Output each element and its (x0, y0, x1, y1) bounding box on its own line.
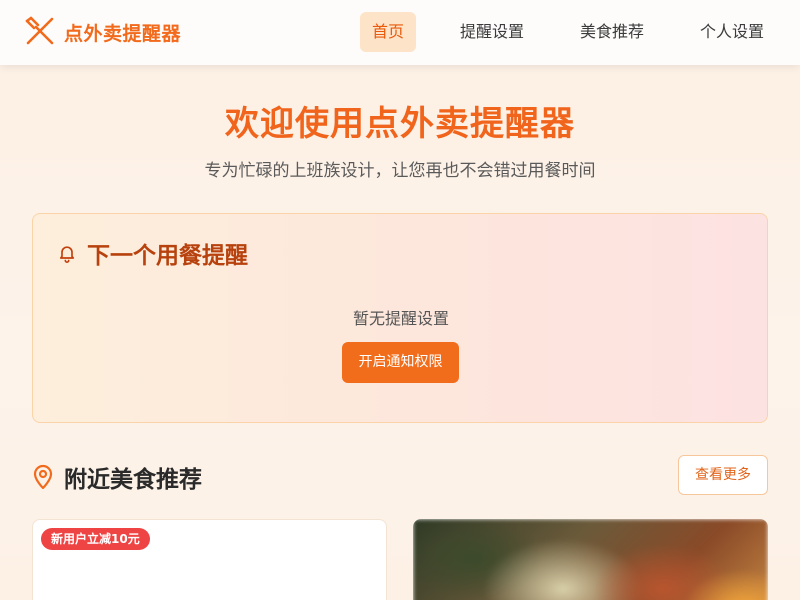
nav-food-recommend[interactable]: 美食推荐 (571, 12, 653, 52)
promo-badge: 新用户立减10元 (41, 528, 150, 550)
reminder-title: 下一个用餐提醒 (87, 243, 248, 269)
top-navbar: 点外卖提醒器 首页 提醒设置 美食推荐 个人设置 (0, 0, 800, 65)
bell-icon (59, 246, 75, 263)
next-reminder-card: 下一个用餐提醒 暂无提醒设置 开启通知权限 (32, 213, 768, 423)
hero-subtitle: 专为忙碌的上班族设计，让您再也不会错过用餐时间 (204, 161, 596, 181)
view-more-button[interactable]: 查看更多 (678, 455, 768, 495)
main-nav: 首页 提醒设置 美食推荐 个人设置 (0, 12, 800, 52)
enable-notification-button[interactable]: 开启通知权限 (342, 342, 459, 383)
nav-reminder-settings[interactable]: 提醒设置 (451, 12, 533, 52)
nav-profile[interactable]: 个人设置 (691, 12, 773, 52)
food-card[interactable]: 新用户立减10元 (32, 519, 387, 600)
nearby-header: 附近美食推荐 (32, 460, 202, 494)
nav-home[interactable]: 首页 (360, 12, 416, 52)
hero-title: 欢迎使用点外卖提醒器 (225, 104, 575, 144)
map-pin-icon (33, 464, 53, 490)
reminder-empty-text: 暂无提醒设置 (352, 309, 449, 328)
food-image (413, 519, 768, 600)
reminder-header: 下一个用餐提醒 (57, 236, 248, 270)
food-card[interactable] (413, 519, 768, 600)
nearby-title: 附近美食推荐 (64, 467, 202, 493)
